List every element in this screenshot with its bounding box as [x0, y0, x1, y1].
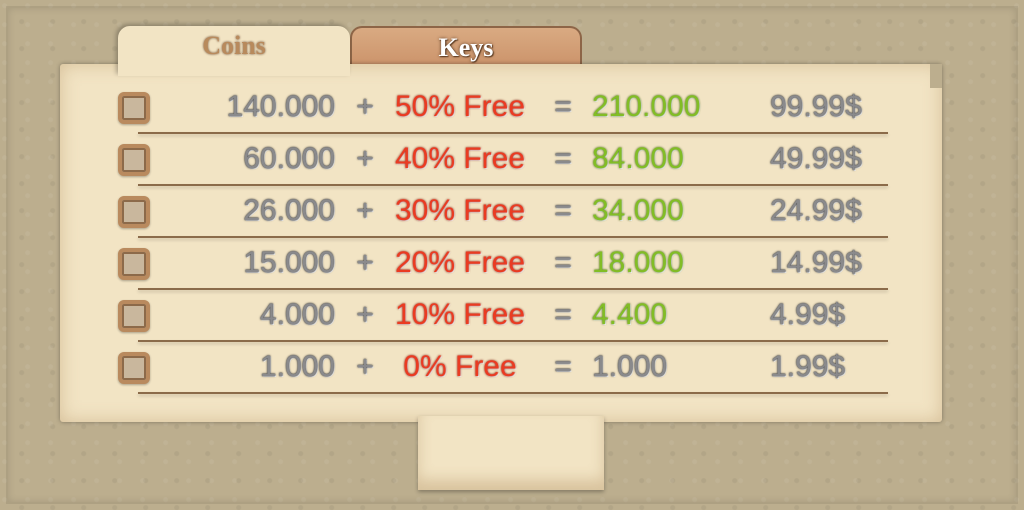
coin-package-row[interactable]: 4.000 + 10% Free = 4.400 4.99$	[60, 294, 942, 346]
row-divider	[138, 184, 888, 186]
row-divider	[138, 392, 888, 394]
bonus-label: 50% Free	[394, 90, 526, 123]
total-amount: 4.400	[592, 298, 668, 331]
bonus-label: 10% Free	[394, 298, 526, 331]
equals-sign: =	[554, 246, 572, 279]
price: 14.99$	[770, 246, 862, 279]
price: 4.99$	[770, 298, 846, 331]
plus-sign: +	[356, 194, 374, 227]
price: 24.99$	[770, 194, 862, 227]
plus-sign: +	[356, 350, 374, 383]
tab-coins-label: Coins	[202, 31, 266, 60]
total-amount: 210.000	[592, 90, 701, 123]
plus-sign: +	[356, 246, 374, 279]
base-amount: 140.000	[226, 90, 335, 123]
coin-package-row[interactable]: 60.000 + 40% Free = 84.000 49.99$	[60, 138, 942, 190]
package-checkbox[interactable]	[118, 144, 150, 176]
row-divider	[138, 132, 888, 134]
row-divider	[138, 236, 888, 238]
total-amount: 84.000	[592, 142, 684, 175]
bonus-label: 40% Free	[394, 142, 526, 175]
total-amount: 18.000	[592, 246, 684, 279]
base-amount: 15.000	[243, 246, 335, 279]
package-checkbox[interactable]	[118, 248, 150, 280]
coin-packages-list: 140.000 + 50% Free = 210.000 99.99$ 60.0…	[60, 64, 942, 422]
equals-sign: =	[554, 298, 572, 331]
base-amount: 26.000	[243, 194, 335, 227]
base-amount: 60.000	[243, 142, 335, 175]
price: 99.99$	[770, 90, 862, 123]
package-checkbox[interactable]	[118, 352, 150, 384]
base-amount: 1.000	[259, 350, 335, 383]
tab-keys-label: Keys	[438, 33, 494, 62]
price: 1.99$	[770, 350, 846, 383]
equals-sign: =	[554, 350, 572, 383]
plus-sign: +	[356, 298, 374, 331]
coin-package-row[interactable]: 26.000 + 30% Free = 34.000 24.99$	[60, 190, 942, 242]
price: 49.99$	[770, 142, 862, 175]
panel-bottom-notch	[418, 416, 604, 490]
coin-package-row[interactable]: 1.000 + 0% Free = 1.000 1.99$	[60, 346, 942, 398]
bonus-label: 0% Free	[403, 350, 517, 383]
package-checkbox[interactable]	[118, 300, 150, 332]
bonus-label: 20% Free	[394, 246, 526, 279]
total-amount: 1.000	[592, 350, 668, 383]
total-amount: 34.000	[592, 194, 684, 227]
equals-sign: =	[554, 142, 572, 175]
bonus-label: 30% Free	[394, 194, 526, 227]
plus-sign: +	[356, 142, 374, 175]
row-divider	[138, 288, 888, 290]
plus-sign: +	[356, 90, 374, 123]
package-checkbox[interactable]	[118, 196, 150, 228]
base-amount: 4.000	[259, 298, 335, 331]
coin-package-row[interactable]: 15.000 + 20% Free = 18.000 14.99$	[60, 242, 942, 294]
package-checkbox[interactable]	[118, 92, 150, 124]
coin-package-row[interactable]: 140.000 + 50% Free = 210.000 99.99$	[60, 86, 942, 138]
row-divider	[138, 340, 888, 342]
equals-sign: =	[554, 194, 572, 227]
equals-sign: =	[554, 90, 572, 123]
